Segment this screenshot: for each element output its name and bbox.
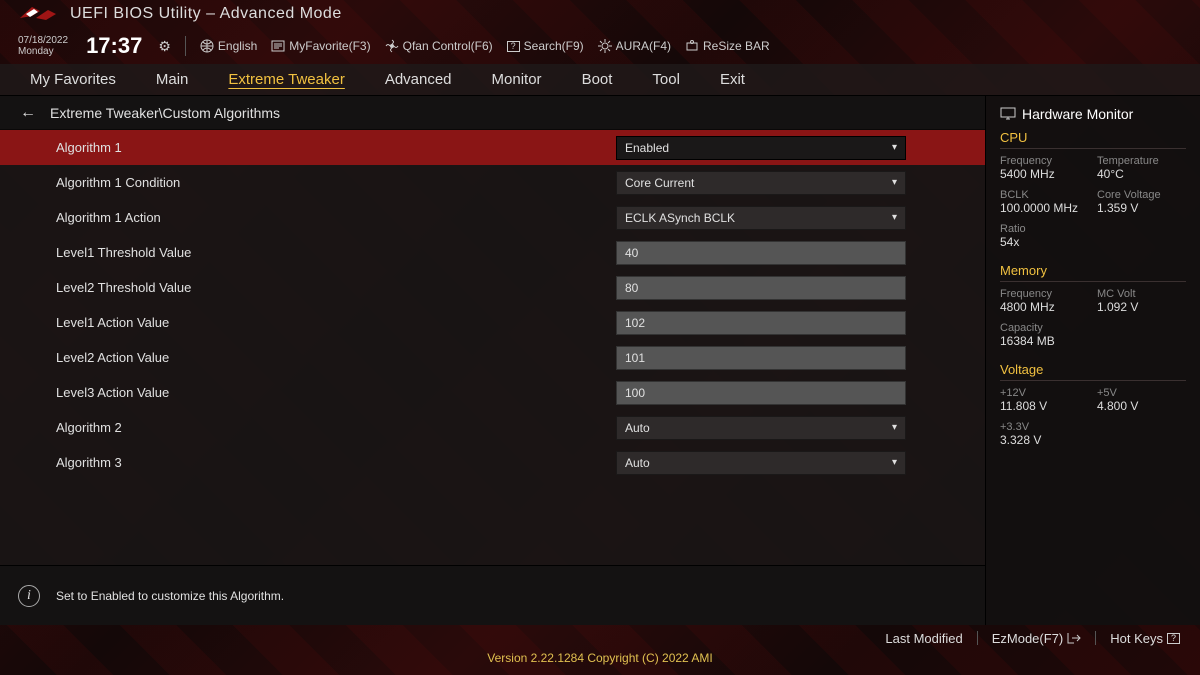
aura-button[interactable]: AURA(F4): [598, 39, 671, 53]
tab-tool[interactable]: Tool: [652, 71, 680, 88]
tab-extreme-tweaker[interactable]: Extreme Tweaker: [228, 71, 344, 88]
tab-main[interactable]: Main: [156, 71, 189, 88]
tab-boot[interactable]: Boot: [582, 71, 613, 88]
setting-row[interactable]: Level2 Threshold Value80: [0, 270, 985, 305]
resize-icon: [685, 39, 699, 53]
setting-dropdown[interactable]: Auto: [616, 416, 906, 440]
setting-label: Algorithm 1 Action: [56, 210, 616, 225]
setting-row[interactable]: Level3 Action Value100: [0, 375, 985, 410]
setting-label: Algorithm 2: [56, 420, 616, 435]
back-arrow-icon[interactable]: ←: [20, 104, 36, 122]
rog-logo-icon: [18, 4, 58, 24]
cpu-frequency: 5400 MHz: [1000, 167, 1089, 181]
voltage-3v3: 3.328 V: [1000, 433, 1089, 447]
resizebar-button[interactable]: ReSize BAR: [685, 39, 770, 53]
date-block: 07/18/2022 Monday: [18, 35, 68, 57]
clock: 17:37: [86, 33, 142, 59]
aura-icon: [598, 39, 612, 53]
setting-label: Level1 Threshold Value: [56, 245, 616, 260]
question-icon: ?: [1167, 633, 1180, 644]
voltage-12v: 11.808 V: [1000, 399, 1089, 413]
breadcrumb: Extreme Tweaker\Custom Algorithms: [50, 105, 280, 121]
cpu-bclk: 100.0000 MHz: [1000, 201, 1089, 215]
globe-icon: [200, 39, 214, 53]
gear-icon[interactable]: ⚙: [158, 38, 171, 55]
setting-label: Level2 Threshold Value: [56, 280, 616, 295]
memory-heading: Memory: [1000, 263, 1186, 282]
tab-exit[interactable]: Exit: [720, 71, 745, 88]
setting-row[interactable]: Algorithm 1 ActionECLK ASynch BCLK: [0, 200, 985, 235]
search-button[interactable]: ? Search(F9): [507, 39, 584, 53]
tab-bar: My Favorites Main Extreme Tweaker Advanced M…: [0, 64, 1200, 96]
mem-frequency: 4800 MHz: [1000, 300, 1089, 314]
tab-advanced[interactable]: Advanced: [385, 71, 452, 88]
help-text: Set to Enabled to customize this Algorit…: [56, 589, 284, 603]
hardware-monitor-title: Hardware Monitor: [1000, 106, 1186, 122]
myfavorite-button[interactable]: MyFavorite(F3): [271, 39, 370, 53]
voltage-5v: 4.800 V: [1097, 399, 1186, 413]
last-modified-button[interactable]: Last Modified: [885, 631, 962, 646]
setting-input[interactable]: 101: [616, 346, 906, 370]
fan-icon: [385, 39, 399, 53]
favorite-icon: [271, 39, 285, 53]
setting-dropdown[interactable]: Core Current: [616, 171, 906, 195]
setting-row[interactable]: Level1 Action Value102: [0, 305, 985, 340]
mem-capacity: 16384 MB: [1000, 334, 1089, 348]
bios-title: UEFI BIOS Utility – Advanced Mode: [70, 5, 342, 23]
setting-row[interactable]: Level1 Threshold Value40: [0, 235, 985, 270]
setting-row[interactable]: Algorithm 2Auto: [0, 410, 985, 445]
hotkeys-button[interactable]: Hot Keys ?: [1110, 631, 1180, 646]
tab-monitor[interactable]: Monitor: [492, 71, 542, 88]
setting-label: Algorithm 1: [56, 140, 616, 155]
setting-row[interactable]: Algorithm 1Enabled: [0, 130, 985, 165]
setting-dropdown[interactable]: ECLK ASynch BCLK: [616, 206, 906, 230]
ezmode-button[interactable]: EzMode(F7): [992, 631, 1082, 646]
setting-label: Level1 Action Value: [56, 315, 616, 330]
cpu-heading: CPU: [1000, 130, 1186, 149]
setting-label: Level2 Action Value: [56, 350, 616, 365]
exit-icon: [1067, 632, 1081, 644]
cpu-ratio: 54x: [1000, 235, 1089, 249]
setting-label: Algorithm 1 Condition: [56, 175, 616, 190]
setting-label: Level3 Action Value: [56, 385, 616, 400]
cpu-core-voltage: 1.359 V: [1097, 201, 1186, 215]
info-icon: i: [18, 585, 40, 607]
search-icon: ?: [507, 41, 520, 52]
tab-my-favorites[interactable]: My Favorites: [30, 71, 116, 88]
setting-label: Algorithm 3: [56, 455, 616, 470]
setting-input[interactable]: 100: [616, 381, 906, 405]
voltage-heading: Voltage: [1000, 362, 1186, 381]
setting-row[interactable]: Algorithm 1 ConditionCore Current: [0, 165, 985, 200]
cpu-temperature: 40°C: [1097, 167, 1186, 181]
version-text: Version 2.22.1284 Copyright (C) 2022 AMI: [0, 651, 1200, 675]
language-selector[interactable]: English: [200, 39, 257, 53]
setting-dropdown[interactable]: Auto: [616, 451, 906, 475]
setting-row[interactable]: Algorithm 3Auto: [0, 445, 985, 480]
qfan-button[interactable]: Qfan Control(F6): [385, 39, 493, 53]
mem-mc-volt: 1.092 V: [1097, 300, 1186, 314]
setting-input[interactable]: 102: [616, 311, 906, 335]
setting-input[interactable]: 40: [616, 241, 906, 265]
setting-row[interactable]: Level2 Action Value101: [0, 340, 985, 375]
setting-input[interactable]: 80: [616, 276, 906, 300]
monitor-icon: [1000, 107, 1016, 121]
setting-dropdown[interactable]: Enabled: [616, 136, 906, 160]
